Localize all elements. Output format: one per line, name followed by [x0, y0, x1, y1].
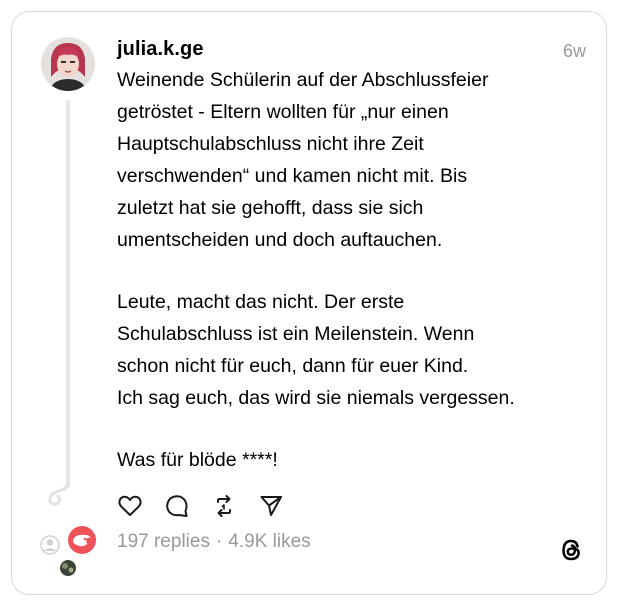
- username[interactable]: julia.k.ge: [117, 38, 204, 61]
- paragraph-2: Leute, macht das nicht. Der erste Schula…: [117, 286, 587, 414]
- comment-icon: [166, 495, 188, 517]
- reply-avatar-photo: [60, 560, 76, 576]
- action-bar: [117, 492, 305, 520]
- default-avatar-icon: [40, 535, 60, 555]
- threads-logo-icon[interactable]: [558, 536, 584, 564]
- replies-count[interactable]: 197 replies: [117, 531, 210, 553]
- repost-icon: [217, 495, 231, 517]
- heart-icon: [118, 495, 142, 516]
- like-button[interactable]: [117, 493, 143, 519]
- text-line: verschwenden“ und kamen nicht mit. Bis: [117, 165, 468, 187]
- text-line: Was für blöde ****!: [117, 449, 278, 471]
- share-button[interactable]: [258, 493, 284, 519]
- thread-curl-icon: [48, 478, 70, 506]
- send-icon: [260, 496, 282, 516]
- stats-separator: ·: [215, 531, 223, 552]
- avatar-image: [41, 37, 95, 91]
- text-line: schon nicht für euch, dann für euer Kind…: [117, 355, 469, 377]
- reply-button[interactable]: [164, 493, 190, 519]
- thread-line: [66, 100, 70, 488]
- post-text: Weinende Schülerin auf der Abschlussfeie…: [117, 64, 587, 476]
- text-line: umentscheiden und doch auftauchen.: [117, 229, 443, 251]
- text-line: Leute, macht das nicht. Der erste: [117, 291, 405, 313]
- paragraph-1: Weinende Schülerin auf der Abschlussfeie…: [117, 64, 587, 256]
- text-line: Hauptschulabschluss nicht ihre Zeit: [117, 133, 424, 155]
- text-line: Weinende Schülerin auf der Abschlussfeie…: [117, 69, 489, 91]
- reply-avatars[interactable]: [38, 524, 102, 584]
- likes-count[interactable]: 4.9K likes: [228, 531, 310, 553]
- repost-button[interactable]: [211, 493, 237, 519]
- text-line: getröstet - Eltern wollten für „nur eine…: [117, 101, 449, 123]
- paragraph-3: Was für blöde ****!: [117, 444, 587, 476]
- post-timestamp: 6w: [562, 41, 586, 61]
- post-stats: 197 replies · 4.9K likes: [117, 531, 311, 553]
- text-line: zuletzt hat sie gehofft, dass sie sich: [117, 197, 424, 219]
- text-line: Ich sag euch, das wird sie niemals verge…: [117, 387, 515, 409]
- reply-avatar-bird-icon: [68, 526, 96, 554]
- user-avatar[interactable]: [41, 37, 95, 91]
- text-line: Schulabschluss ist ein Meilenstein. Wenn: [117, 323, 475, 345]
